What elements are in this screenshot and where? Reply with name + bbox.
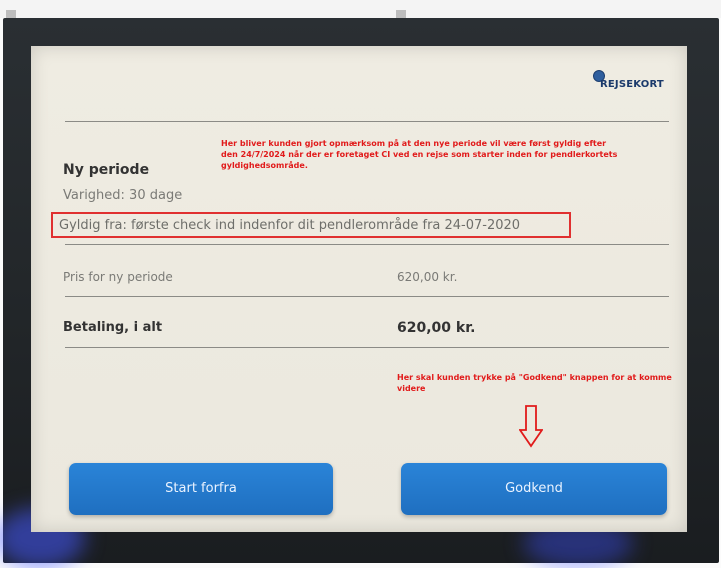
screenshot-top-strip xyxy=(0,0,721,18)
kiosk-screen: REJSEKORT Her bliver kunden gjort opmærk… xyxy=(31,46,687,532)
section-title: Ny periode xyxy=(63,162,150,178)
annotation-approve-note: Her skal kunden trykke på "Godkend" knap… xyxy=(397,373,672,393)
divider-4 xyxy=(65,347,669,348)
duration-text: Varighed: 30 dage xyxy=(63,188,183,203)
start-over-button[interactable]: Start forfra xyxy=(69,463,333,515)
approve-button[interactable]: Godkend xyxy=(401,463,667,515)
divider-top xyxy=(65,121,669,122)
valid-from-text: Gyldig fra: første check ind indenfor di… xyxy=(59,218,521,233)
divider-2 xyxy=(65,244,669,245)
price-label: Pris for ny periode xyxy=(63,270,173,284)
rejsekort-logo: REJSEKORT xyxy=(593,70,683,100)
total-label: Betaling, i alt xyxy=(63,320,163,335)
down-arrow-icon xyxy=(519,405,543,448)
valid-from-highlight: Gyldig fra: første check ind indenfor di… xyxy=(51,212,571,238)
divider-3 xyxy=(65,296,669,297)
price-value: 620,00 kr. xyxy=(397,270,458,284)
annotation-period-note: Her bliver kunden gjort opmærksom på at … xyxy=(221,139,618,170)
logo-text: REJSEKORT xyxy=(600,79,664,90)
total-value: 620,00 kr. xyxy=(397,320,476,336)
